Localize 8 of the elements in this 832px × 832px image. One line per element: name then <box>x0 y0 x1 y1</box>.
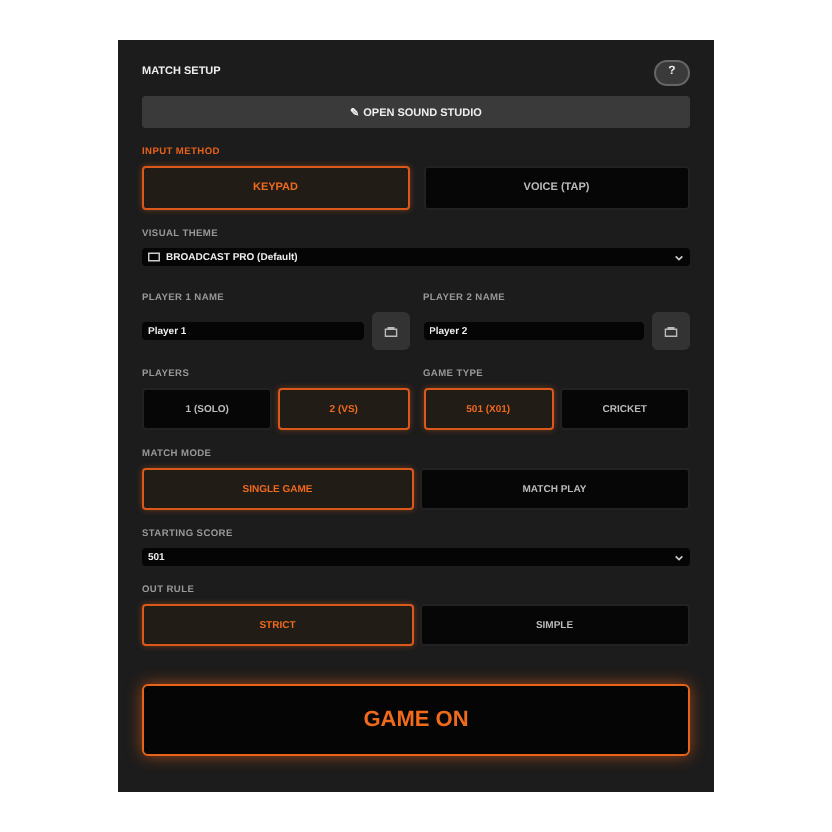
avatar-button[interactable] <box>371 312 409 350</box>
game-on-button[interactable]: GAME ON <box>142 684 690 756</box>
avatar-button[interactable] <box>652 312 690 350</box>
chevron-icon <box>674 253 684 261</box>
chevron-icon <box>674 553 684 561</box>
monitor-icon <box>148 252 160 262</box>
folder-icon <box>383 325 397 337</box>
folder-icon <box>664 325 678 337</box>
